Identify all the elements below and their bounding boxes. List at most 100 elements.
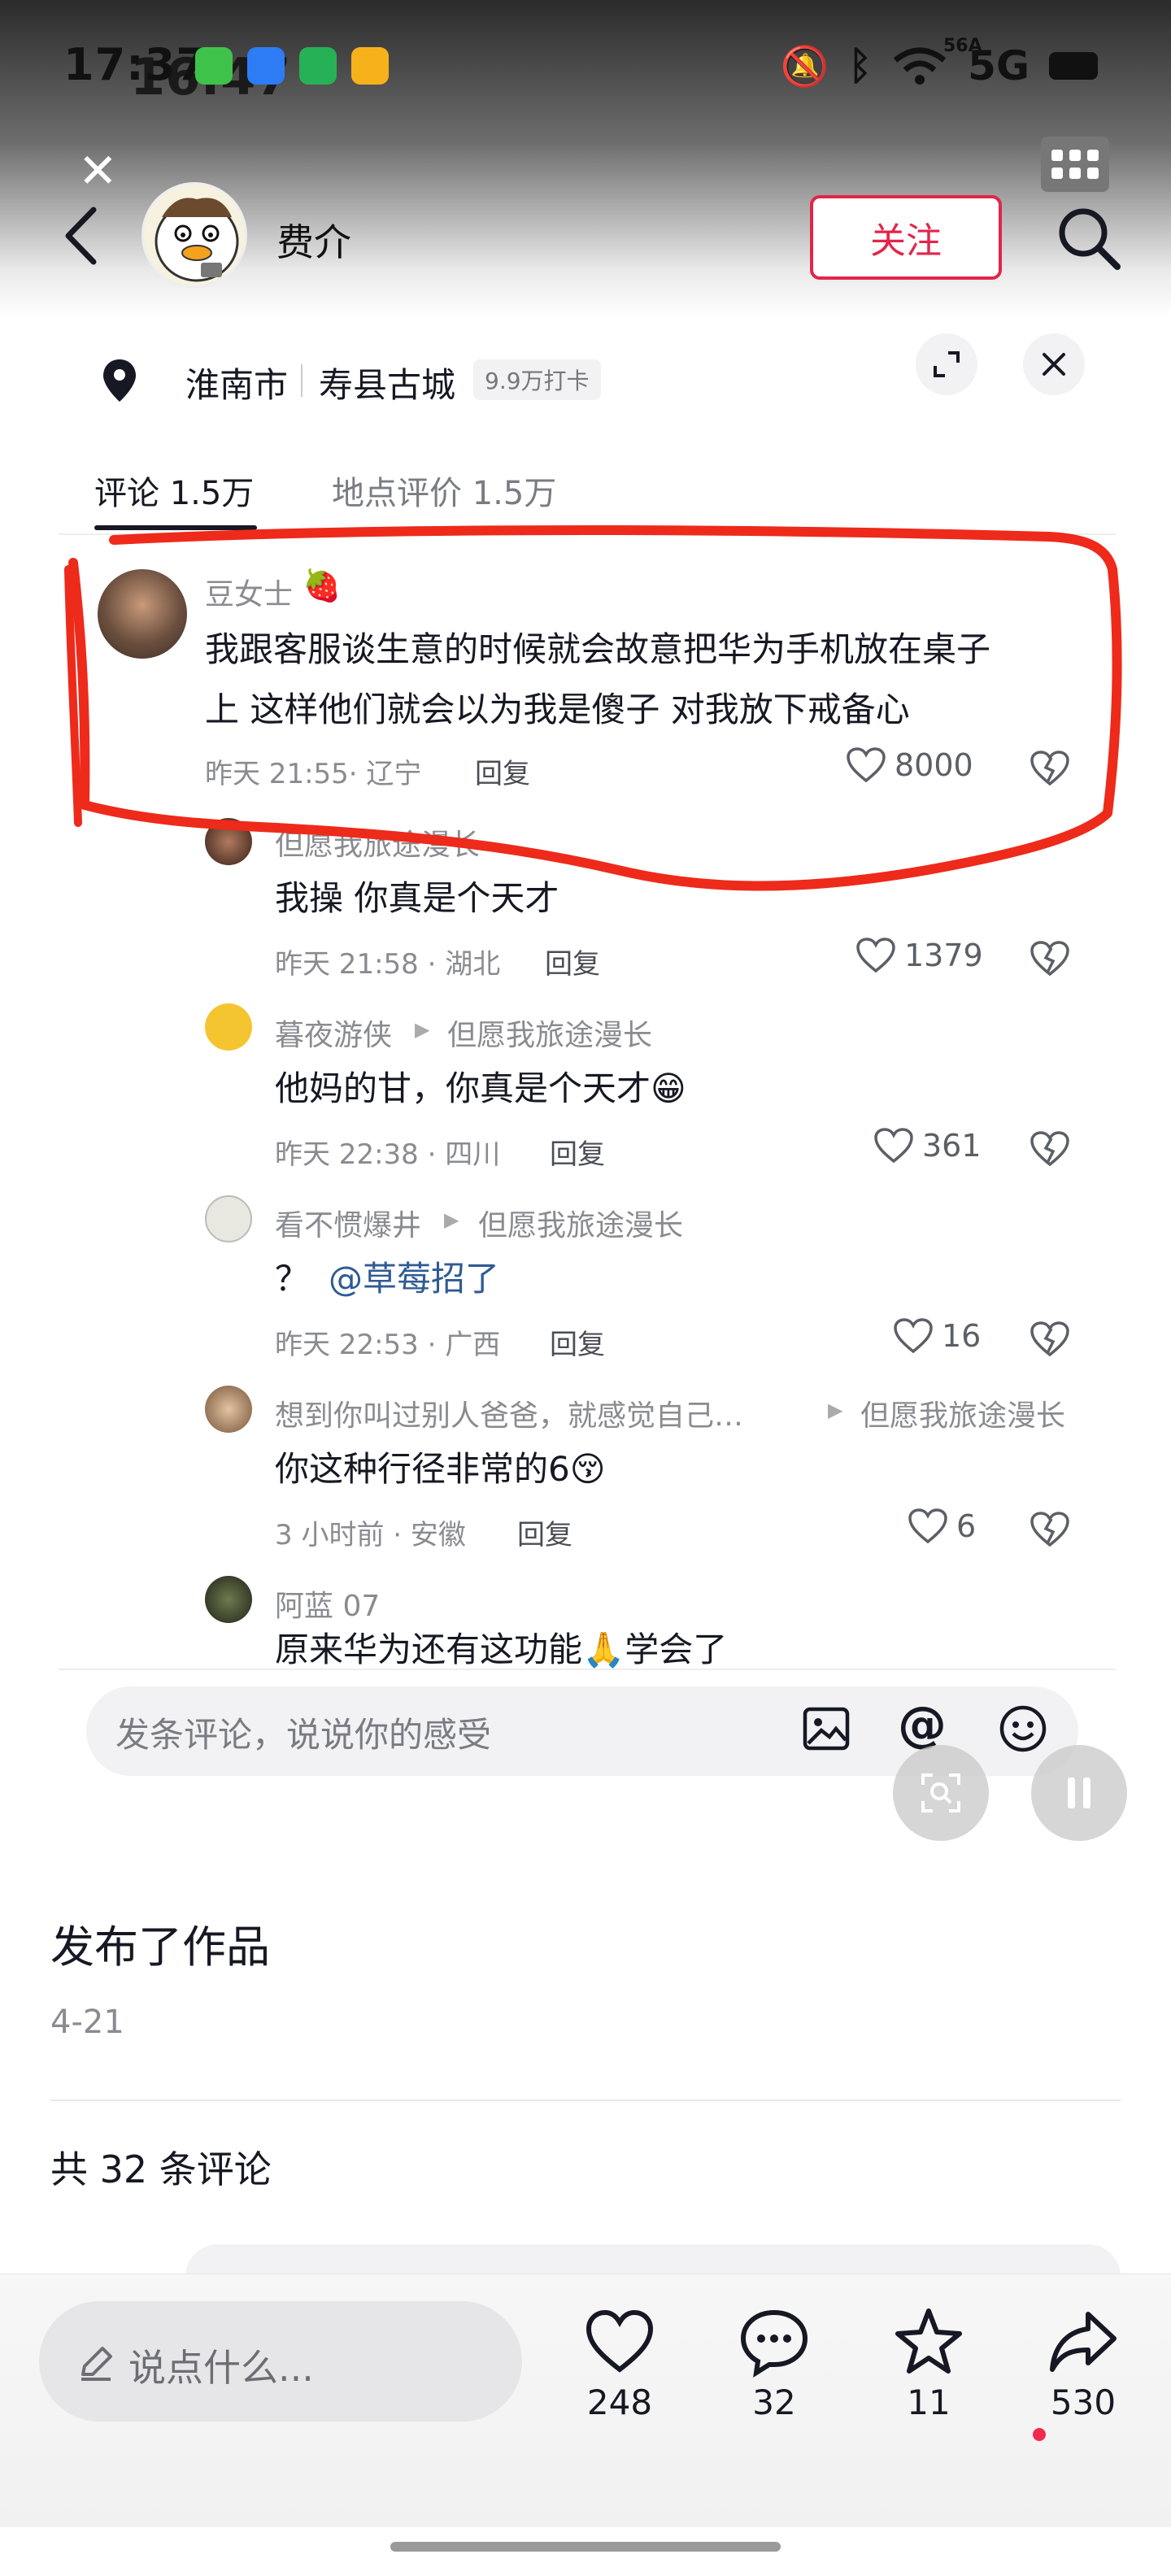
like-button[interactable]: 361 <box>873 1127 982 1164</box>
input-divider <box>59 1669 1116 1670</box>
like-count: 361 <box>922 1128 982 1164</box>
heart-icon <box>586 2309 654 2373</box>
screen-scan-button[interactable] <box>893 1745 989 1841</box>
checkin-badge: 9.9万打卡 <box>473 359 601 400</box>
search-icon[interactable] <box>1052 202 1125 275</box>
status-indicators: 🔕 ᛒ 5G <box>781 42 1098 89</box>
heart-icon <box>847 747 886 783</box>
location-place[interactable]: 寿县古城 <box>319 358 455 407</box>
mention-link[interactable]: @草莓招了 <box>329 1249 499 1309</box>
home-indicator[interactable] <box>390 2542 781 2552</box>
dislike-icon[interactable] <box>1030 938 1070 979</box>
reply-target[interactable]: 但愿我旅途漫长 <box>860 1392 1065 1434</box>
reply-target[interactable]: 但愿我旅途漫长 <box>478 1202 683 1244</box>
comment-avatar[interactable] <box>205 1386 252 1433</box>
comment-text-clip: 原来华为还有这功能🙏学会了 <box>275 1626 844 1669</box>
dislike-icon[interactable] <box>1030 1129 1070 1169</box>
comment-author[interactable]: 想到你叫过别人爸爸，就感觉自己… <box>275 1392 743 1434</box>
like-count: 16 <box>942 1318 982 1354</box>
tab-active-indicator <box>94 525 257 530</box>
like-button[interactable]: 16 <box>893 1317 981 1355</box>
pause-icon <box>1068 1778 1090 1808</box>
comment-avatar[interactable] <box>205 1195 252 1242</box>
total-comments: 共 32 条评论 <box>50 2147 272 2191</box>
back-arrow-icon[interactable] <box>57 203 106 268</box>
image-icon[interactable] <box>800 1703 852 1755</box>
reply-button[interactable]: 回复 <box>517 1512 572 1552</box>
like-button[interactable]: 8000 <box>846 746 973 784</box>
tab-comments[interactable]: 评论 1.5万 <box>94 467 254 514</box>
browser-app-icon <box>247 47 285 85</box>
close-icon[interactable]: ✕ <box>78 143 118 198</box>
reply-target[interactable]: 但愿我旅途漫长 <box>447 1012 652 1054</box>
like-button[interactable]: 6 <box>908 1508 976 1545</box>
share-count: 530 <box>1050 2382 1117 2422</box>
share-arrow-icon <box>1050 2312 1117 2372</box>
messages-app-icon <box>195 47 233 85</box>
comment-bubble-icon <box>740 2309 808 2378</box>
bottom-safe-area <box>0 2527 1171 2576</box>
comment-text: 他妈的甘，你真是个天才😁 <box>275 1068 686 1108</box>
comment-author[interactable]: 豆女士 <box>205 571 293 613</box>
scan-icon <box>921 1773 960 1812</box>
tab-place-reviews[interactable]: 地点评价 1.5万 <box>332 467 556 514</box>
grid-menu-icon[interactable] <box>1041 137 1109 192</box>
reply-arrow-icon: ▶ <box>828 1399 843 1421</box>
bluetooth-icon: ᛒ <box>848 43 873 89</box>
heart-icon <box>874 1128 913 1164</box>
profile-username[interactable]: 费介 <box>276 213 351 267</box>
location-city[interactable]: 淮南市 <box>185 358 288 407</box>
location-pin-icon <box>103 359 136 402</box>
pause-button[interactable] <box>1031 1745 1127 1841</box>
like-count: 1379 <box>904 938 983 973</box>
reply-button[interactable]: 回复 <box>475 751 530 791</box>
battery-icon <box>1049 52 1098 80</box>
comment-author[interactable]: 阿蓝 07 <box>275 1582 380 1625</box>
comment-avatar[interactable] <box>205 818 252 865</box>
heart-icon <box>856 938 895 973</box>
expand-button[interactable] <box>916 333 977 395</box>
reply-button[interactable]: 回复 <box>550 1322 605 1362</box>
dislike-icon[interactable] <box>1030 1509 1070 1550</box>
favorite-count: 11 <box>907 2382 951 2422</box>
section-divider <box>50 2100 1121 2101</box>
heart-icon <box>908 1508 947 1544</box>
like-count: 8000 <box>895 747 973 783</box>
strawberry-icon: 🍓 <box>303 568 342 603</box>
comment-input-placeholder: 发条评论，说说你的感受 <box>115 1715 492 1755</box>
comment-author[interactable]: 但愿我旅途漫长 <box>275 821 480 864</box>
comment-text: 你这种行径非常的6😚 <box>275 1449 606 1489</box>
dislike-icon[interactable] <box>1030 748 1070 789</box>
reply-arrow-icon: ▶ <box>444 1208 459 1231</box>
wifi-icon <box>893 47 947 85</box>
reply-arrow-icon: ▶ <box>415 1018 430 1041</box>
comment-author[interactable]: 看不惯爆井 <box>275 1202 421 1244</box>
star-icon <box>895 2308 962 2374</box>
comment-avatar[interactable] <box>205 1003 252 1051</box>
favorite-action[interactable]: 11 <box>872 2304 986 2422</box>
comment-author[interactable]: 暮夜游侠 <box>275 1012 392 1054</box>
reply-button[interactable]: 回复 <box>550 1132 605 1172</box>
follow-button[interactable]: 关注 <box>810 195 1002 280</box>
comment-avatar[interactable] <box>205 1576 252 1623</box>
panel-close-button[interactable] <box>1023 333 1085 395</box>
like-action[interactable]: 248 <box>563 2304 677 2422</box>
comment-time-location: 3 小时前 · 安徽 <box>275 1519 466 1551</box>
comment-text-line2: 上 这样他们就会以为我是傻子 对我放下戒备心 <box>205 690 910 729</box>
heart-icon <box>894 1318 933 1354</box>
comment-time-location: 昨天 22:53 · 广西 <box>275 1329 501 1361</box>
dislike-icon[interactable] <box>1030 1319 1070 1360</box>
comment-avatar[interactable] <box>98 569 187 659</box>
comment-action[interactable]: 32 <box>717 2304 831 2422</box>
post-title: 发布了作品 <box>50 1921 270 1973</box>
comment-time-location: 昨天 22:38 · 四川 <box>275 1138 501 1171</box>
post-date: 4-21 <box>50 2004 124 2041</box>
like-button[interactable]: 1379 <box>855 937 983 974</box>
emoji-icon[interactable] <box>997 1703 1049 1755</box>
share-action[interactable]: 530 <box>1026 2304 1140 2422</box>
like-count: 248 <box>586 2382 653 2422</box>
profile-avatar[interactable] <box>141 182 247 288</box>
reply-button[interactable]: 回复 <box>545 942 600 981</box>
mute-icon: 🔕 <box>780 43 829 89</box>
wallet-app-icon <box>351 47 389 85</box>
